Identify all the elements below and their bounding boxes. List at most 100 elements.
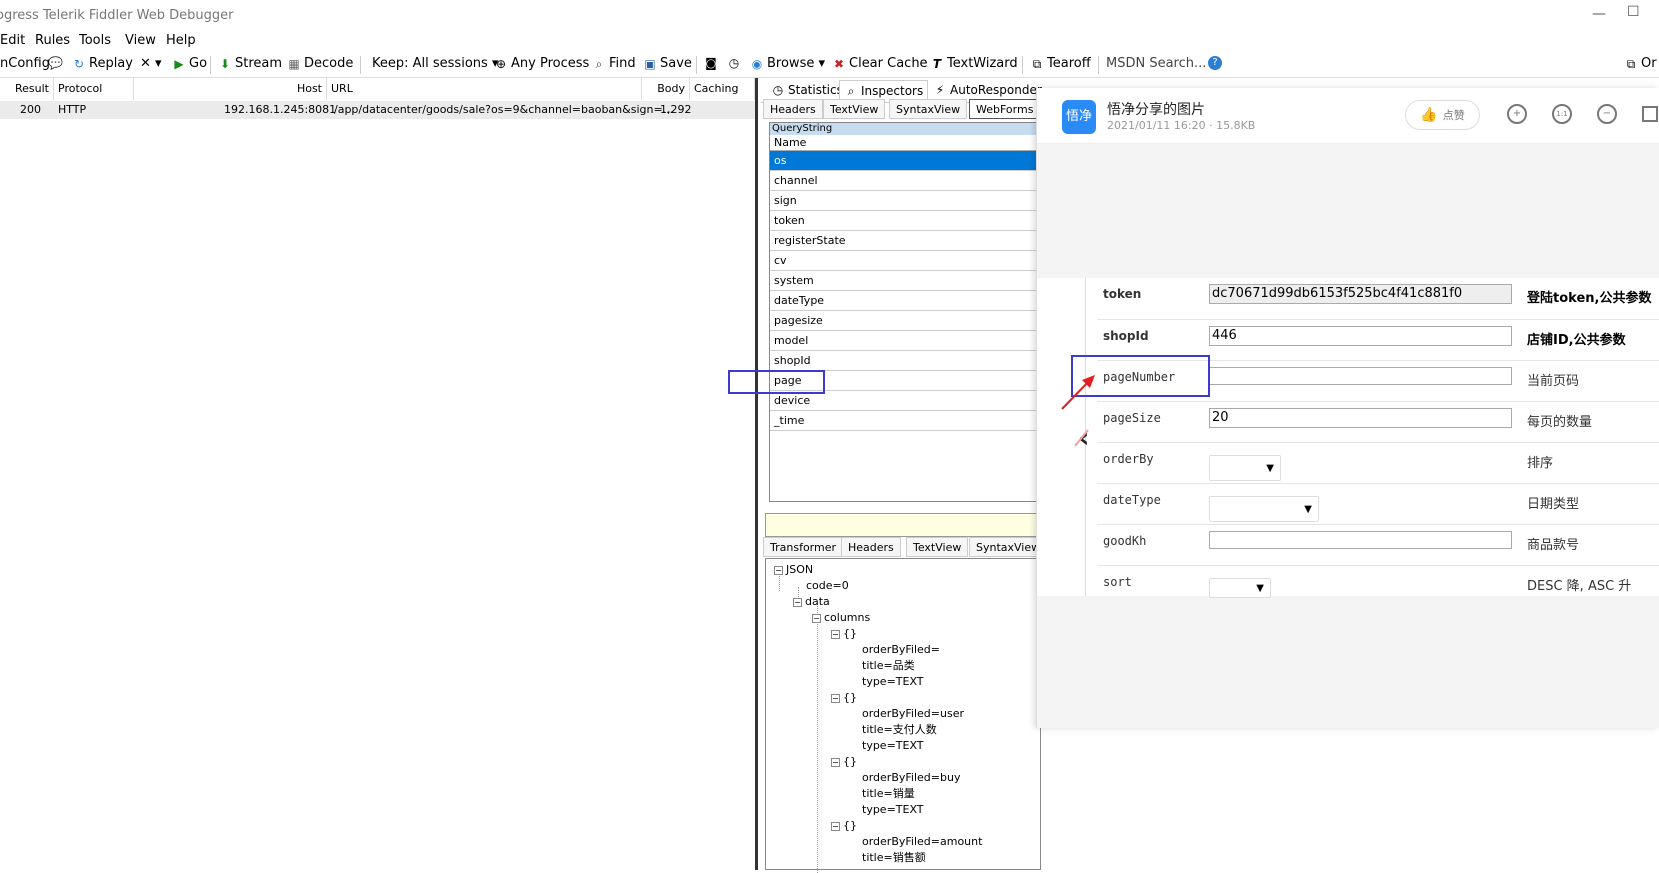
tree-node-field[interactable]: type=TEXT — [862, 739, 924, 753]
winconfig-button[interactable]: nConfig — [0, 56, 50, 71]
annotation-arrows — [1061, 375, 1095, 447]
find-button[interactable]: ⌕ Find — [592, 56, 636, 71]
tree-node-field[interactable]: title=支付人数 — [862, 723, 937, 737]
like-button[interactable]: 👍 点赞 — [1405, 100, 1480, 130]
querystring-row[interactable]: registerState — [770, 231, 1040, 251]
token-field[interactable]: dc70671d99db6153f525bc4f41c881f0 — [1209, 284, 1512, 304]
collapse-icon[interactable]: − — [831, 757, 840, 767]
querystring-row[interactable]: sign — [770, 191, 1040, 211]
tab-request-webforms[interactable]: WebForms — [969, 99, 1041, 119]
column-name[interactable]: Name — [770, 135, 1040, 151]
tree-node-field[interactable]: orderByFiled=amount — [862, 835, 982, 849]
stream-button[interactable]: ⬇ Stream — [218, 56, 282, 71]
tree-node-field[interactable]: orderByFiled= — [862, 643, 940, 657]
querystring-row[interactable]: dateType — [770, 291, 1040, 311]
menu-rules[interactable]: Rules — [35, 33, 70, 48]
browse-button[interactable]: ◉ Browse ▾ — [750, 56, 825, 71]
querystring-row[interactable]: _time — [770, 411, 1040, 431]
querystring-row[interactable]: token — [770, 211, 1040, 231]
tree-node-field[interactable]: title=品类 — [862, 659, 915, 673]
tree-node-field[interactable]: orderByFiled=buy — [862, 771, 960, 785]
tab-response-headers[interactable]: Headers — [841, 537, 901, 557]
remove-button[interactable]: ✕ ▾ — [140, 56, 162, 71]
collapse-icon[interactable]: − — [774, 565, 783, 575]
timer-button[interactable]: ◷ — [727, 56, 741, 70]
column-protocol[interactable]: Protocol — [54, 78, 134, 100]
minimize-button[interactable]: — — [1592, 6, 1606, 22]
orderby-select[interactable]: ▼ — [1209, 455, 1281, 481]
collapse-icon[interactable]: − — [831, 629, 840, 639]
fullscreen-icon[interactable] — [1642, 106, 1658, 122]
tree-node-object[interactable]: −{} — [831, 755, 857, 769]
column-caching[interactable]: Caching — [690, 78, 755, 100]
tree-node-object[interactable]: −{} — [831, 691, 857, 705]
tree-node-field[interactable]: title=销量 — [862, 787, 915, 801]
tearoff-button[interactable]: ⧉ Tearoff — [1030, 56, 1091, 71]
menu-help[interactable]: Help — [166, 33, 196, 48]
querystring-row[interactable]: system — [770, 271, 1040, 291]
goodkh-field[interactable] — [1209, 531, 1512, 549]
querystring-row[interactable]: model — [770, 331, 1040, 351]
tree-node-object[interactable]: −{} — [831, 819, 857, 833]
menu-tools[interactable]: Tools — [79, 33, 111, 48]
any-process-button[interactable]: ⊕ Any Process — [494, 56, 589, 71]
tree-node-json[interactable]: − JSON — [774, 563, 813, 577]
table-row[interactable]: 200 HTTP 192.168.1.245:8081 /app/datacen… — [0, 101, 755, 119]
column-host[interactable]: Host — [134, 78, 327, 100]
keep-sessions-dropdown[interactable]: Keep: All sessions ▾ — [372, 56, 498, 71]
pagesize-field[interactable]: 20 — [1209, 408, 1512, 428]
tree-node-data[interactable]: − data — [793, 595, 830, 609]
datetype-select[interactable]: ▼ — [1209, 496, 1319, 522]
go-button[interactable]: ▶ Go — [172, 56, 207, 71]
tab-response-transformer[interactable]: Transformer — [763, 537, 844, 557]
tree-node-columns[interactable]: − columns — [812, 611, 870, 625]
querystring-row[interactable]: channel — [770, 171, 1040, 191]
column-url[interactable]: URL — [327, 78, 642, 100]
menu-edit[interactable]: Edit — [0, 33, 25, 48]
msdn-search-input[interactable]: MSDN Search... — [1106, 56, 1206, 71]
tab-inspectors[interactable]: ⌕ Inspectors — [839, 80, 929, 100]
tab-request-syntaxview[interactable]: SyntaxView — [889, 99, 968, 119]
querystring-caption: QueryString — [770, 123, 1040, 135]
shopid-field[interactable]: 446 — [1209, 326, 1512, 346]
tree-node-object[interactable]: −{} — [831, 627, 857, 641]
querystring-row[interactable]: pagesize — [770, 311, 1040, 331]
column-body[interactable]: Body — [642, 78, 690, 100]
tab-statistics[interactable]: ◷ Statistics — [767, 80, 847, 100]
clear-cache-label: Clear Cache — [849, 56, 928, 71]
collapse-icon[interactable]: − — [793, 597, 802, 607]
help-button[interactable]: ? — [1208, 56, 1222, 70]
replay-button[interactable]: ↻ Replay — [72, 56, 133, 71]
tree-node-field[interactable]: title=销售额 — [862, 851, 926, 865]
decode-button[interactable]: ▦ Decode — [287, 56, 353, 71]
querystring-row[interactable]: cv — [770, 251, 1040, 271]
menu-view[interactable]: View — [125, 33, 156, 48]
tab-request-headers[interactable]: Headers — [763, 99, 823, 119]
sort-select[interactable]: ▼ — [1209, 578, 1271, 598]
tree-node-field[interactable]: type=TEXT — [862, 803, 924, 817]
pagenumber-field[interactable] — [1209, 367, 1512, 385]
screenshot-button[interactable]: ◙ — [704, 56, 718, 70]
online-button[interactable]: ⧉ Or — [1624, 56, 1657, 71]
actual-size-icon[interactable]: 1:1 — [1552, 104, 1572, 124]
save-button[interactable]: ▣ Save — [643, 56, 692, 71]
tree-node-field[interactable]: orderByFiled=user — [862, 707, 964, 721]
column-result[interactable]: Result — [0, 78, 54, 100]
querystring-row[interactable]: device — [770, 391, 1040, 411]
collapse-icon[interactable]: − — [831, 693, 840, 703]
maximize-button[interactable]: ☐ — [1627, 4, 1640, 20]
zoom-in-icon[interactable]: + — [1507, 104, 1527, 124]
clear-cache-button[interactable]: ✖ Clear Cache — [832, 56, 928, 71]
querystring-row[interactable]: os — [770, 151, 1040, 171]
collapse-icon[interactable]: − — [831, 821, 840, 831]
tab-request-textview[interactable]: TextView — [823, 99, 886, 119]
tree-node-field[interactable]: type=TEXT — [862, 675, 924, 689]
tab-response-textview[interactable]: TextView — [906, 537, 969, 557]
tree-node-code[interactable]: code=0 — [806, 579, 849, 593]
zoom-out-icon[interactable]: − — [1597, 104, 1617, 124]
tab-autoresponder[interactable]: ⚡ AutoResponder — [929, 80, 1046, 100]
querystring-row[interactable]: shopId — [770, 351, 1040, 371]
comment-button[interactable]: 💬 — [48, 56, 63, 70]
textwizard-button[interactable]: T TextWizard — [930, 56, 1018, 71]
collapse-icon[interactable]: − — [812, 613, 821, 623]
